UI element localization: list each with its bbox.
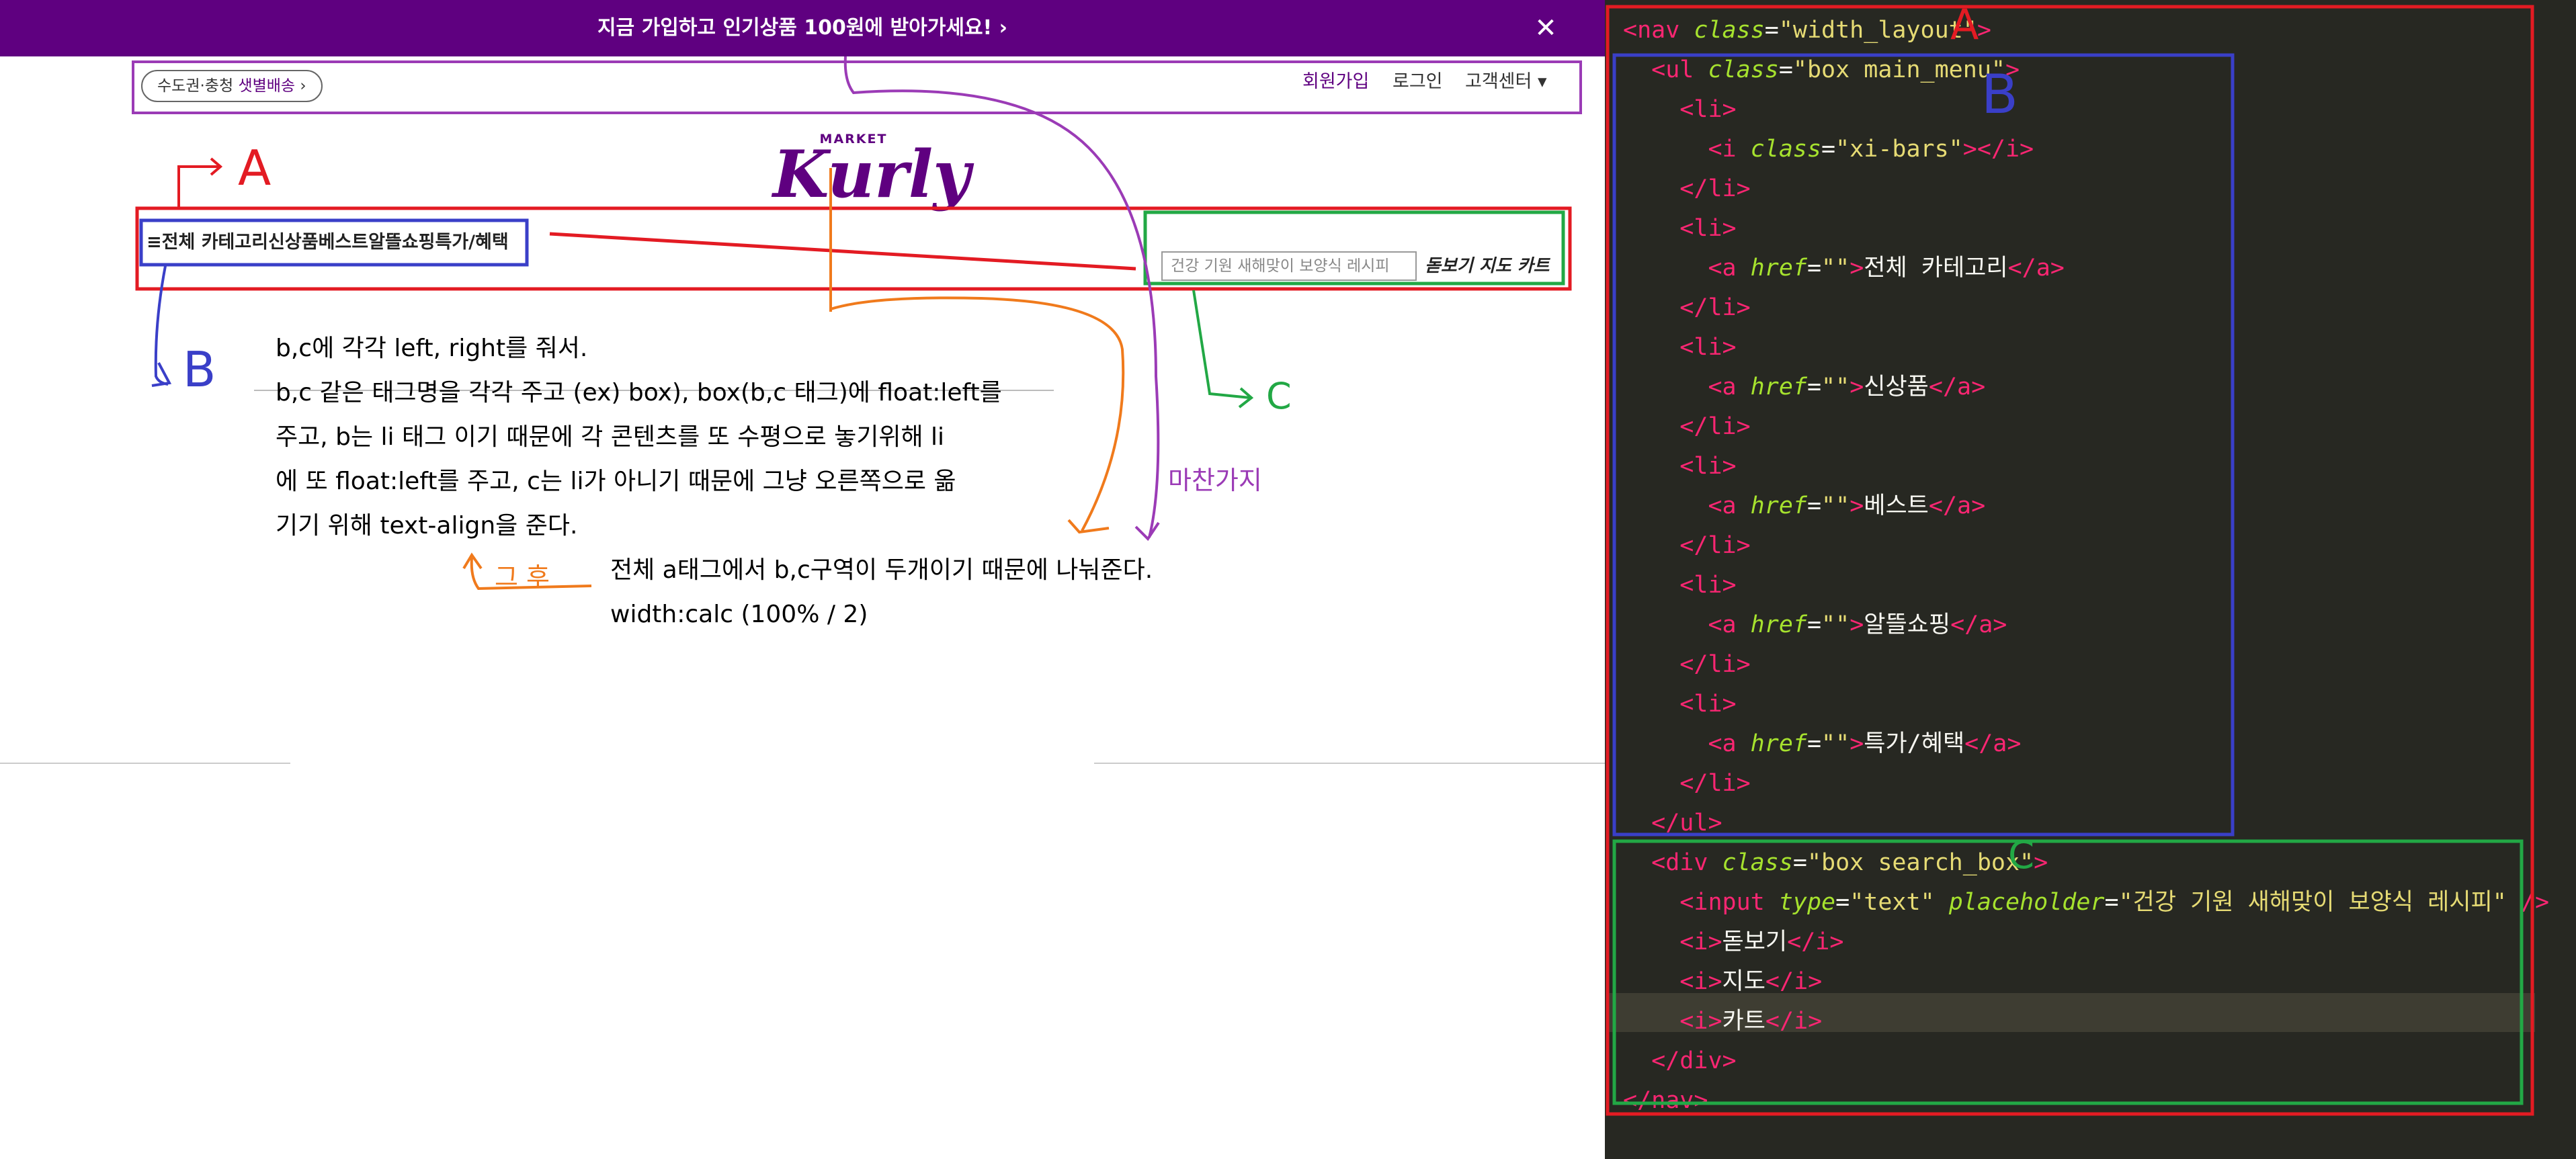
box-b-outline	[139, 218, 529, 267]
editor-box-a	[1606, 5, 2534, 1116]
label-after: 그 후	[495, 562, 550, 592]
header-outline-box	[132, 60, 1582, 114]
label-b: B	[183, 341, 216, 398]
note-line-1: b,c에 각각 left, right를 줘서.	[276, 335, 588, 362]
note-line-3: 주고, b는 li 태그 이기 때문에 각 콘텐츠를 또 수평으로 놓기위해 l…	[276, 423, 945, 451]
editor-box-b	[1612, 53, 2235, 836]
after-line-1: 전체 a태그에서 b,c구역이 두개이기 때문에 나눠준다.	[610, 556, 1153, 584]
editor-label-b: B	[1981, 63, 2018, 126]
box-c-outline	[1143, 210, 1565, 286]
red-connector-line	[549, 232, 1136, 271]
editor-label-c: C	[2008, 834, 2035, 877]
note-line-2: b,c 같은 태그명을 각각 주고 (ex) box), box(b,c 태그)…	[276, 379, 1002, 406]
label-same: 마찬가지	[1168, 466, 1262, 495]
editor-label-a: A	[1950, 0, 1979, 49]
editor-box-c	[1612, 839, 2524, 1105]
label-c: C	[1266, 375, 1292, 417]
editor-annotation-overlay	[1606, 5, 2534, 1116]
note-line-4: 에 또 float:left를 주고, c는 li가 아니기 때문에 그냥 오른…	[276, 468, 956, 495]
label-a: A	[238, 140, 272, 196]
after-line-2: width:calc (100% / 2)	[610, 601, 868, 628]
note-line-5: 기기 위해 text-align을 준다.	[276, 512, 578, 540]
